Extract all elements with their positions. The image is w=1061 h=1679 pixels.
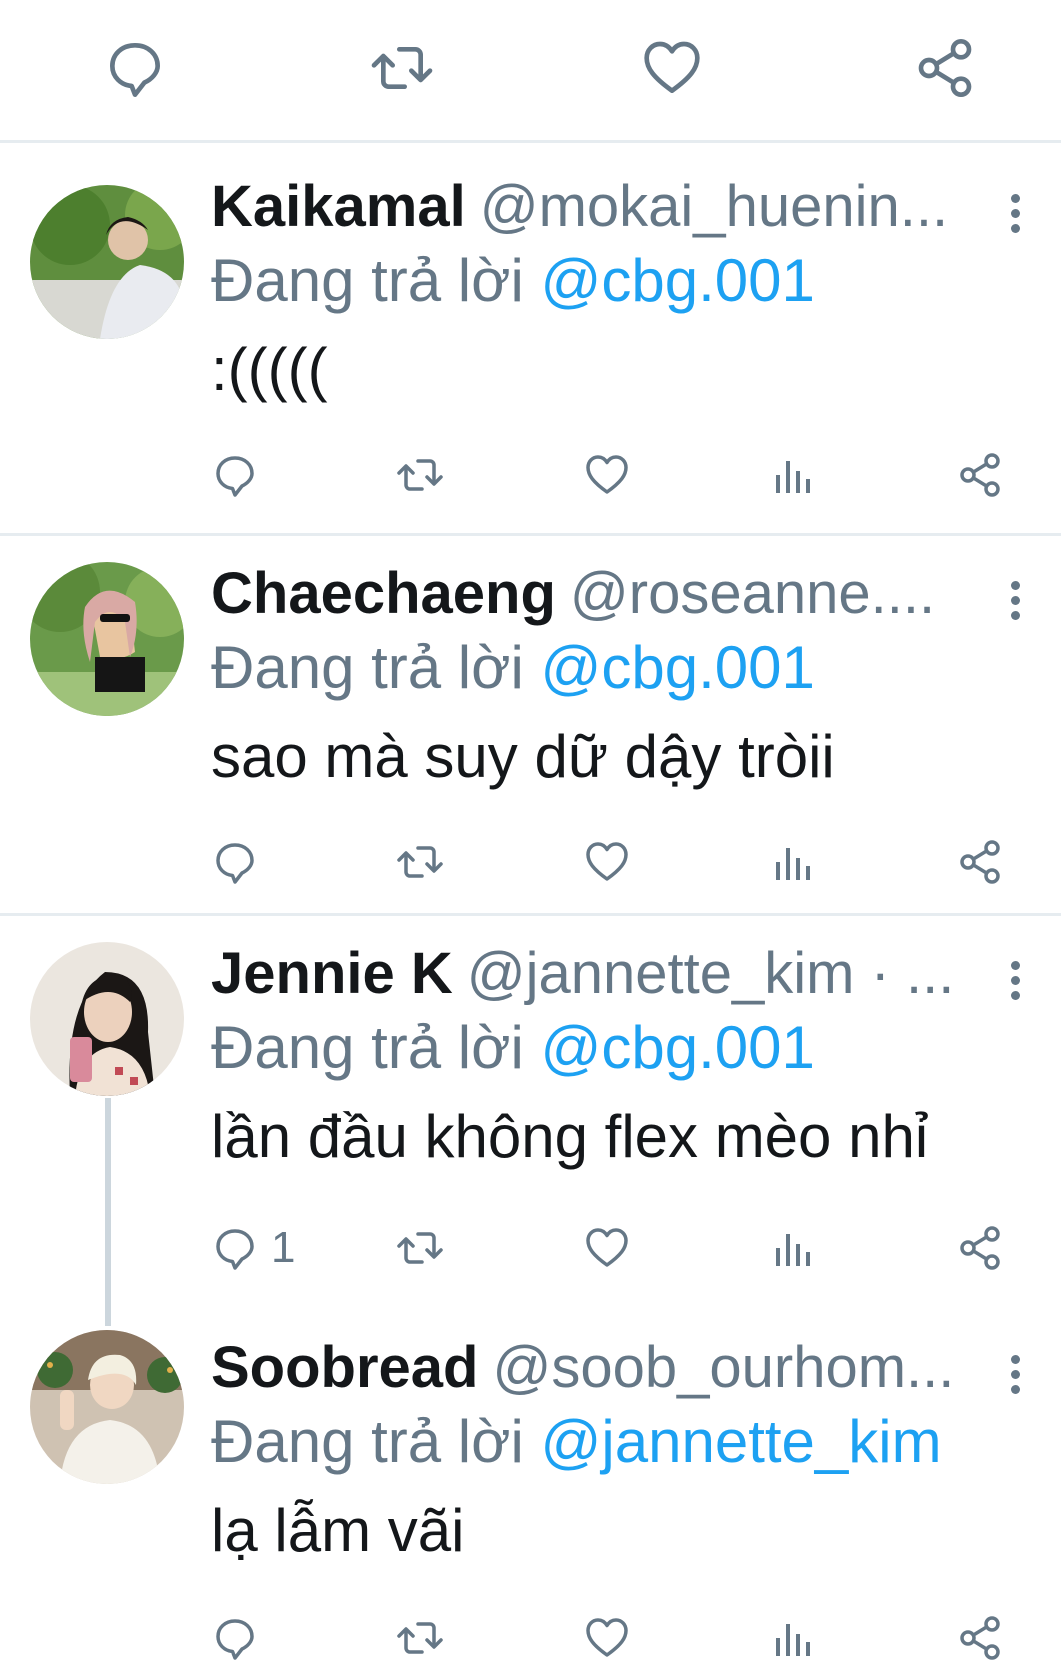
stats-icon xyxy=(769,1614,817,1662)
like-icon xyxy=(583,451,631,499)
stats-icon xyxy=(769,1224,817,1272)
tweet-actions: 1 xyxy=(211,1218,1021,1278)
analytics-button[interactable] xyxy=(769,445,817,505)
retweet-icon xyxy=(396,451,444,499)
retweet-icon xyxy=(396,1614,444,1662)
reply-prefix: Đang trả lời xyxy=(211,1014,524,1081)
more-options-icon[interactable] xyxy=(1000,575,1030,635)
tweet-actions xyxy=(211,832,1021,892)
share-icon xyxy=(956,1614,1004,1662)
reply-context: Đang trả lời @cbg.001 xyxy=(211,246,815,315)
reply-button[interactable]: 1 xyxy=(211,1218,295,1278)
display-name[interactable]: Chaechaeng xyxy=(211,561,556,626)
tweet-text: sao mà suy dữ dậy tròii xyxy=(211,723,835,790)
mention-link[interactable]: @cbg.001 xyxy=(540,247,814,314)
share-icon xyxy=(956,838,1004,886)
more-options-icon[interactable] xyxy=(1000,1349,1030,1409)
reply-context: Đang trả lời @cbg.001 xyxy=(211,1013,815,1082)
like-button[interactable] xyxy=(583,832,631,892)
display-name[interactable]: Soobread xyxy=(211,1335,479,1400)
retweet-button[interactable] xyxy=(396,1218,444,1278)
tweet-actions xyxy=(211,445,1021,505)
share-button[interactable] xyxy=(956,1608,1004,1668)
analytics-button[interactable] xyxy=(769,832,817,892)
share-button[interactable] xyxy=(956,1218,1004,1278)
analytics-button[interactable] xyxy=(769,1218,817,1278)
reply-prefix: Đang trả lời xyxy=(211,247,524,314)
reply-context: Đang trả lời @jannette_kim xyxy=(211,1407,942,1476)
tweet-header: Kaikamal @mokai_huenin... xyxy=(211,173,981,243)
stats-icon xyxy=(769,838,817,886)
user-handle[interactable]: @jannette_kim · ... xyxy=(467,941,955,1006)
reply-count: 1 xyxy=(271,1223,296,1272)
tweet-text: lạ lẫm vãi xyxy=(211,1497,465,1564)
tweet-header: Jennie K @jannette_kim · ... xyxy=(211,940,981,1010)
reply-context: Đang trả lời @cbg.001 xyxy=(211,633,815,702)
share-icon xyxy=(956,1224,1004,1272)
retweet-button[interactable] xyxy=(396,1608,444,1668)
user-handle[interactable]: @mokai_huenin... xyxy=(480,174,948,239)
like-icon[interactable] xyxy=(640,36,704,100)
reply-icon xyxy=(211,838,259,886)
display-name[interactable]: Kaikamal xyxy=(211,174,466,239)
tweet-actions xyxy=(211,1608,1021,1668)
analytics-button[interactable] xyxy=(769,1608,817,1668)
retweet-icon[interactable] xyxy=(370,36,434,100)
share-icon xyxy=(956,451,1004,499)
tweet[interactable]: Jennie K @jannette_kim · ... Đang trả lời… xyxy=(0,916,1061,1291)
tweet[interactable]: Kaikamal @mokai_huenin... Đang trả lời @c… xyxy=(0,143,1061,533)
avatar[interactable] xyxy=(30,1330,184,1484)
avatar[interactable] xyxy=(30,942,184,1096)
retweet-icon xyxy=(396,838,444,886)
user-handle[interactable]: @roseanne.... xyxy=(570,561,935,626)
reply-button[interactable] xyxy=(211,832,271,892)
reply-icon xyxy=(211,1614,259,1662)
mention-link[interactable]: @cbg.001 xyxy=(540,1014,814,1081)
reply-icon xyxy=(211,451,259,499)
retweet-icon xyxy=(396,1224,444,1272)
reply-button[interactable] xyxy=(211,1608,271,1668)
like-icon xyxy=(583,1614,631,1662)
like-button[interactable] xyxy=(583,445,631,505)
tweet[interactable]: Chaechaeng @roseanne.... Đang trả lời @cb… xyxy=(0,536,1061,913)
share-button[interactable] xyxy=(956,832,1004,892)
reply-prefix: Đang trả lời xyxy=(211,634,524,701)
more-options-icon[interactable] xyxy=(1000,188,1030,248)
more-options-icon[interactable] xyxy=(1000,955,1030,1015)
like-icon xyxy=(583,1224,631,1272)
share-icon[interactable] xyxy=(913,36,977,100)
reply-icon xyxy=(211,1224,259,1272)
mention-link[interactable]: @cbg.001 xyxy=(540,634,814,701)
tweet-header: Chaechaeng @roseanne.... xyxy=(211,560,981,630)
tweet-text: lần đầu không flex mèo nhỉ xyxy=(211,1103,929,1170)
share-button[interactable] xyxy=(956,445,1004,505)
reply-icon[interactable] xyxy=(103,36,167,100)
retweet-button[interactable] xyxy=(396,832,444,892)
reply-button[interactable] xyxy=(211,445,271,505)
stats-icon xyxy=(769,451,817,499)
like-button[interactable] xyxy=(583,1218,631,1278)
retweet-button[interactable] xyxy=(396,445,444,505)
user-handle[interactable]: @soob_ourhom... xyxy=(493,1335,955,1400)
display-name[interactable]: Jennie K xyxy=(211,941,453,1006)
reply-prefix: Đang trả lời xyxy=(211,1408,524,1475)
like-icon xyxy=(583,838,631,886)
top-action-bar xyxy=(0,0,1061,140)
mention-link[interactable]: @jannette_kim xyxy=(540,1408,941,1475)
tweet[interactable]: Soobread @soob_ourhom... Đang trả lời @ja… xyxy=(0,1310,1061,1679)
tweet-text: :((((( xyxy=(211,336,328,403)
avatar[interactable] xyxy=(30,562,184,716)
tweet-header: Soobread @soob_ourhom... xyxy=(211,1334,981,1404)
like-button[interactable] xyxy=(583,1608,631,1668)
avatar[interactable] xyxy=(30,185,184,339)
